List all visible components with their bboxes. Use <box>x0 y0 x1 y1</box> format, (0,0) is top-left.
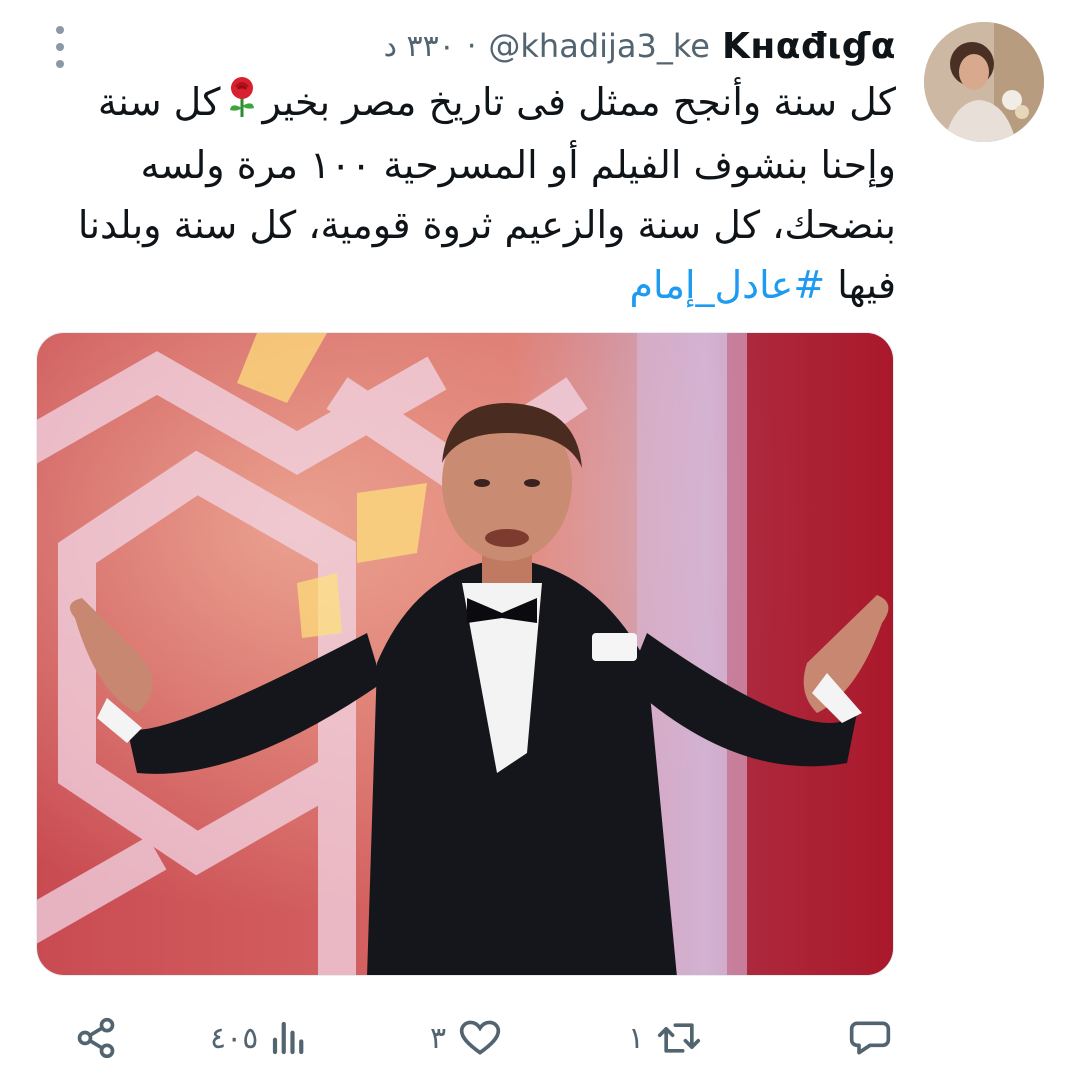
reply-icon <box>849 1021 891 1055</box>
share-icon <box>77 1017 115 1059</box>
views-button[interactable]: ٤٠٥ <box>210 1012 310 1064</box>
tweet-line-4: فيها #عادل_إمام <box>629 262 896 307</box>
tweet-actions-bar: ٤٠٥ ٣ ١ <box>0 1000 1080 1076</box>
tweet-header: ٣٣٠ د · @khadija3_ke Kнαđιɠα <box>50 22 896 70</box>
separator-dot: · <box>466 28 477 64</box>
avatar[interactable] <box>924 22 1044 142</box>
retweet-count: ١ <box>628 1020 645 1056</box>
tweet-line-1: كل سنة وأنجح ممثل فى تاريخ مصر بخير كل س… <box>50 72 896 135</box>
reply-button[interactable] <box>836 1012 894 1064</box>
more-vertical-icon[interactable] <box>50 26 70 68</box>
retweet-icon <box>658 1023 701 1053</box>
author-handle[interactable]: @khadija3_ke <box>488 27 710 65</box>
heart-icon <box>459 1020 501 1055</box>
avatar-image <box>924 22 1044 142</box>
author-display-name[interactable]: Kнαđιɠα <box>722 26 896 67</box>
author-info: ٣٣٠ د · @khadija3_ke Kнαđιɠα <box>384 22 896 70</box>
hashtag-link[interactable]: #عادل_إمام <box>630 263 826 307</box>
rose-emoji <box>225 75 259 135</box>
share-button[interactable] <box>74 1012 118 1064</box>
like-button[interactable]: ٣ <box>430 1012 504 1064</box>
tweet-line-2: وإحنا بنشوف الفيلم أو المسرحية ١٠٠ مرة و… <box>140 142 896 187</box>
tweet-timestamp[interactable]: ٣٣٠ د <box>384 29 455 64</box>
tweet-text: كل سنة وأنجح ممثل فى تاريخ مصر بخير كل س… <box>50 72 896 315</box>
like-count: ٣ <box>430 1020 447 1056</box>
tweet-media-image[interactable] <box>36 332 894 976</box>
views-icon <box>273 1021 304 1055</box>
tweet-line-3: بنضحك، كل سنة والزعيم ثروة قومية، كل سنة… <box>77 202 896 247</box>
views-count: ٤٠٥ <box>210 1020 259 1056</box>
photo-man-in-tuxedo <box>37 333 893 975</box>
retweet-button[interactable]: ١ <box>628 1012 704 1064</box>
